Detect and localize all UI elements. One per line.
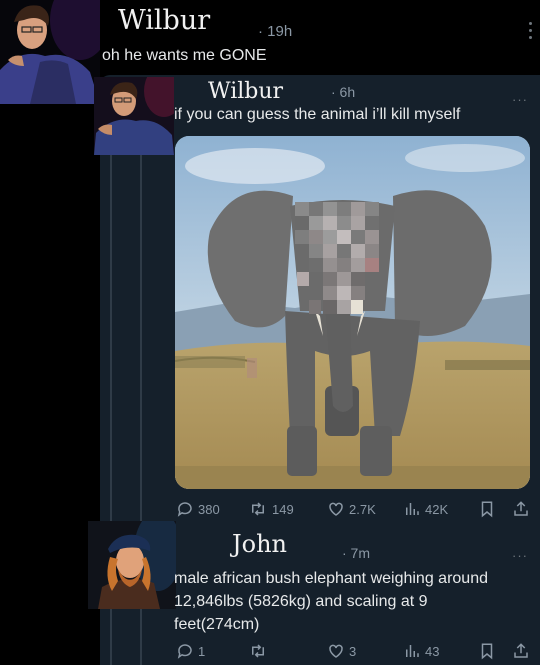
reply-text-line: male african bush elephant weighing arou…: [174, 570, 488, 587]
quoted-more-icon[interactable]: ···: [512, 92, 528, 107]
reply-count: 1: [198, 643, 206, 659]
like-count: 2.7K: [349, 501, 376, 517]
reply-more-icon[interactable]: ···: [512, 548, 528, 563]
views-count: 43: [425, 643, 440, 659]
reply-timestamp[interactable]: · 7m: [342, 545, 370, 561]
like-count: 3: [349, 643, 357, 659]
reply-action[interactable]: 380: [176, 500, 220, 518]
tweet-photo[interactable]: [175, 136, 530, 489]
heart-icon: [329, 644, 343, 658]
bar-chart-icon: [406, 645, 419, 657]
views-count: 42K: [425, 501, 449, 517]
speech-bubble-icon: [177, 644, 192, 659]
reply-author-name[interactable]: John: [232, 530, 287, 558]
reply-tweet-text: male african bush elephant weighing arou…: [174, 567, 530, 636]
reply-avatar[interactable]: [88, 521, 176, 609]
views-action[interactable]: 43: [403, 642, 439, 660]
retweet-action[interactable]: [248, 642, 272, 660]
share-button[interactable]: [512, 642, 530, 660]
share-icon: [514, 501, 528, 516]
retweet-action[interactable]: 149: [248, 500, 294, 518]
bookmark-button[interactable]: [478, 642, 496, 660]
speech-bubble-icon: [177, 502, 192, 517]
bookmark-icon: [481, 643, 493, 660]
retweet-icon: [252, 502, 264, 516]
bookmark-icon: [481, 501, 493, 518]
quoted-author-name[interactable]: Wilbur: [208, 79, 283, 104]
views-action[interactable]: 42K: [403, 500, 448, 518]
top-avatar[interactable]: [0, 0, 100, 104]
top-author-name[interactable]: Wilbur: [118, 5, 210, 36]
top-tweet-text: oh he wants me GONE: [102, 47, 267, 64]
retweet-icon: [252, 644, 264, 658]
reply-count: 380: [198, 501, 220, 517]
share-button[interactable]: [512, 500, 530, 518]
bar-chart-icon: [406, 503, 419, 515]
reply-text-line: feet(274cm): [174, 616, 260, 633]
quoted-timestamp[interactable]: · 6h: [331, 84, 355, 100]
heart-icon: [329, 502, 343, 516]
reply-text-line: 12,846lbs (5826kg) and scaling at 9: [174, 593, 428, 610]
bookmark-button[interactable]: [478, 500, 496, 518]
share-icon: [514, 643, 528, 658]
quoted-avatar[interactable]: [94, 77, 174, 155]
reply-action[interactable]: 1: [176, 642, 205, 660]
like-action[interactable]: 3: [327, 642, 356, 660]
retweet-count: 149: [272, 501, 294, 517]
top-more-icon[interactable]: [528, 22, 533, 43]
quoted-tweet-text: if you can guess the animal i’ll kill my…: [174, 106, 461, 123]
like-action[interactable]: 2.7K: [327, 500, 376, 518]
top-timestamp[interactable]: · 19h: [258, 23, 292, 40]
